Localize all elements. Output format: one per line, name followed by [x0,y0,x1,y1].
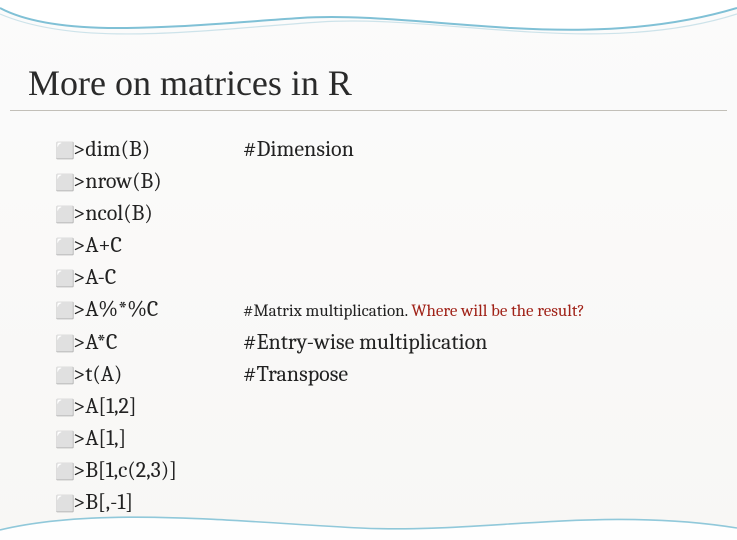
code-text: >B[,-1] [73,488,243,516]
bullet-icon: ⬜ [55,492,73,518]
comment-text: #Entry-wise multiplication [243,328,487,356]
code-text: >nrow(B) [73,167,243,195]
code-text: >B[1,c(2,3)] [73,456,243,484]
code-row: ⬜>ncol(B) [55,199,685,229]
bullet-icon: ⬜ [55,364,73,390]
bullet-icon: ⬜ [55,460,73,486]
code-row: ⬜>nrow(B) [55,167,685,197]
decorative-top-curve [0,0,737,60]
code-row: ⬜>B[,-1] [55,488,685,518]
bullet-icon: ⬜ [55,139,73,165]
code-text: >A%*%C [73,295,243,323]
content-area: ⬜>dim(B)#Dimension⬜>nrow(B)⬜>ncol(B)⬜>A+… [55,135,685,520]
bullet-icon: ⬜ [55,396,73,422]
code-text: >dim(B) [73,135,243,163]
bullet-icon: ⬜ [55,267,73,293]
code-row: ⬜>A*C#Entry-wise multiplication [55,328,685,358]
comment-text: #Matrix multiplication. Where will be th… [243,295,585,326]
slide: More on matrices in R ⬜>dim(B)#Dimension… [0,0,737,540]
code-text: >ncol(B) [73,199,243,227]
code-text: >t(A) [73,360,243,388]
comment-text: #Dimension [243,135,354,163]
code-row: ⬜>B[1,c(2,3)] [55,456,685,486]
slide-title: More on matrices in R [28,62,352,104]
bullet-icon: ⬜ [55,299,73,325]
code-text: >A*C [73,328,243,356]
title-underline [10,110,727,111]
bullet-icon: ⬜ [55,235,73,261]
code-row: ⬜>A-C [55,263,685,293]
code-text: >A[1,2] [73,392,243,420]
comment-text: #Transpose [243,360,348,388]
code-row: ⬜>A[1,] [55,424,685,454]
bullet-icon: ⬜ [55,332,73,358]
code-row: ⬜>dim(B)#Dimension [55,135,685,165]
code-row: ⬜>A%*%C#Matrix multiplication. Where wil… [55,295,685,326]
code-text: >A[1,] [73,424,243,452]
code-text: >A+C [73,231,243,259]
bullet-icon: ⬜ [55,428,73,454]
code-row: ⬜>A+C [55,231,685,261]
code-row: ⬜>t(A)#Transpose [55,360,685,390]
bullet-icon: ⬜ [55,171,73,197]
code-row: ⬜>A[1,2] [55,392,685,422]
bullet-icon: ⬜ [55,203,73,229]
code-text: >A-C [73,263,243,291]
